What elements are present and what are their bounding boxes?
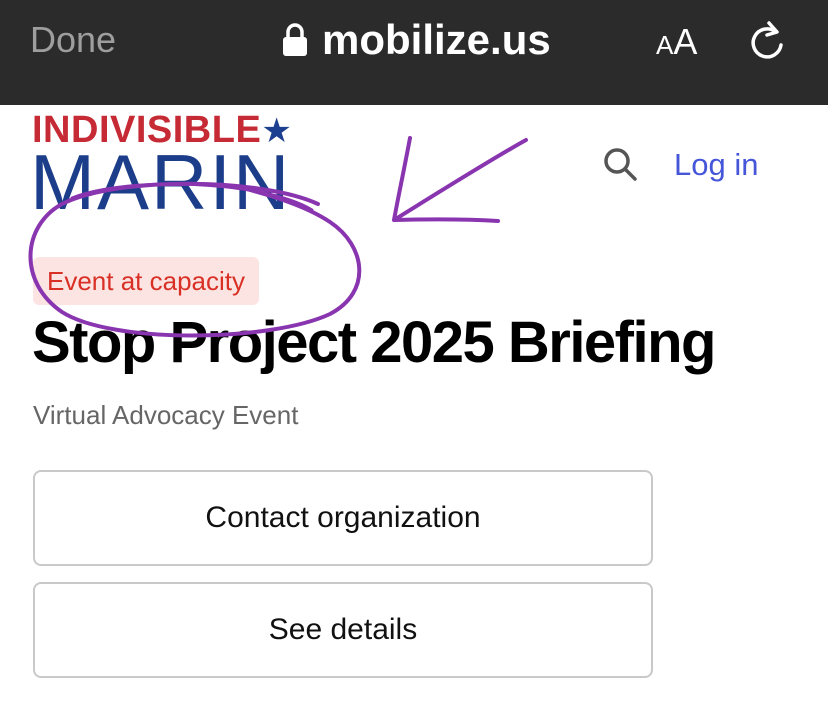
contact-organization-button[interactable]: Contact organization <box>33 470 653 566</box>
text-size-large-label: A <box>673 21 698 62</box>
see-details-button[interactable]: See details <box>33 582 653 678</box>
logo-marin[interactable]: MARIN <box>30 142 291 222</box>
text-size-small-label: A <box>656 30 674 60</box>
hand-drawn-arrow <box>392 136 528 223</box>
browser-toolbar: Done mobilize.us AA <box>0 0 828 105</box>
reload-icon[interactable] <box>746 18 788 64</box>
event-subtitle: Virtual Advocacy Event <box>33 400 299 430</box>
status-badge: Event at capacity <box>33 257 259 305</box>
page-title: Stop Project 2025 Briefing <box>32 310 716 375</box>
address-bar[interactable]: mobilize.us <box>282 17 551 63</box>
lock-icon <box>283 23 307 56</box>
text-size-button[interactable]: AA <box>656 22 697 70</box>
search-icon[interactable] <box>602 146 638 182</box>
done-button[interactable]: Done <box>30 20 116 60</box>
url-text: mobilize.us <box>322 16 551 63</box>
login-link[interactable]: Log in <box>674 147 758 183</box>
